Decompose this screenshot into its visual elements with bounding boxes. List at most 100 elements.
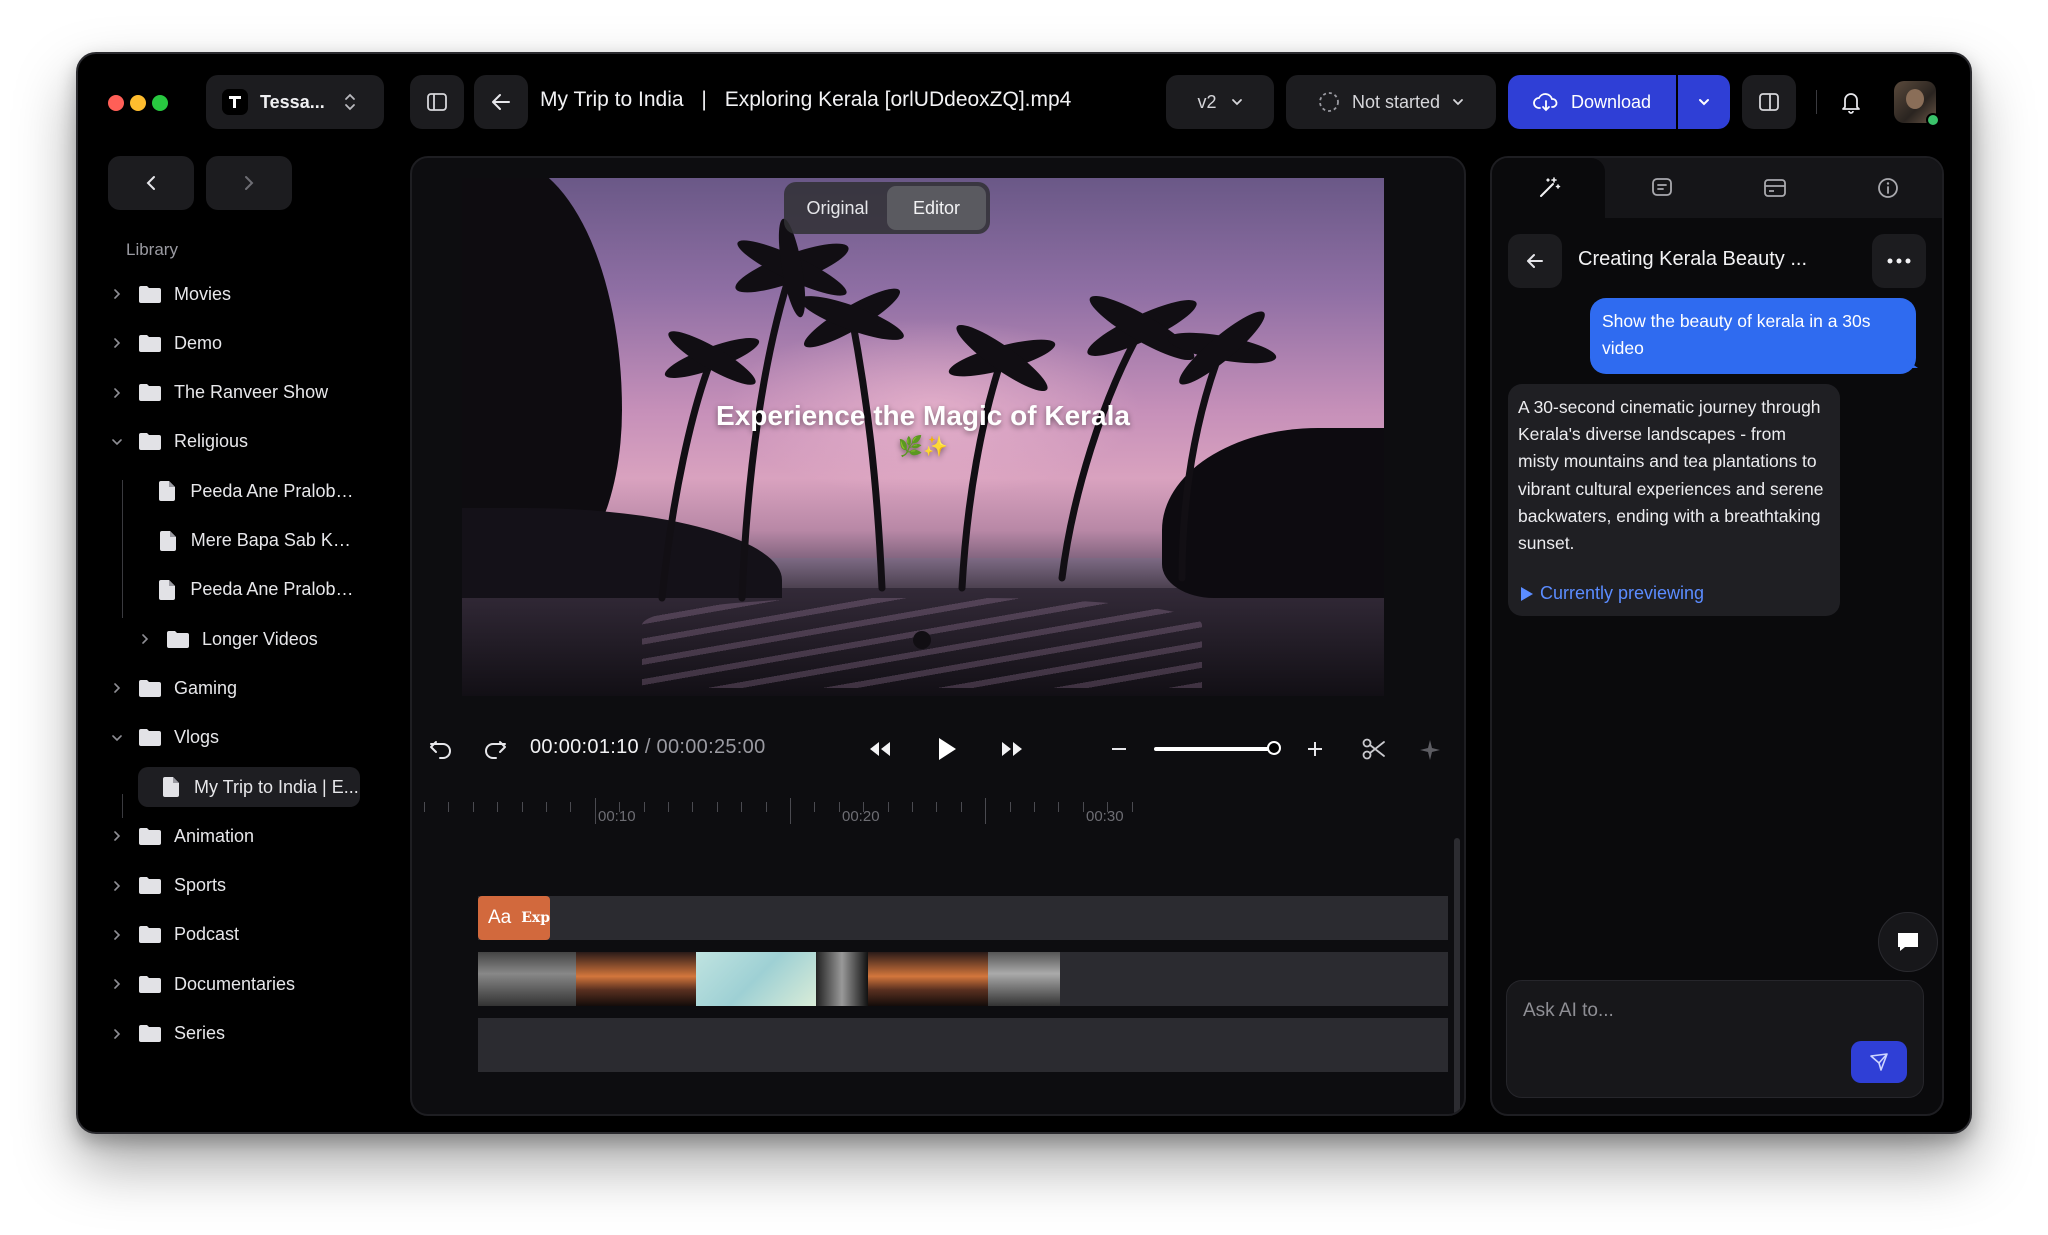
tree-connector-line bbox=[122, 794, 123, 818]
status-dropdown[interactable]: Not started bbox=[1286, 75, 1496, 129]
tab-info[interactable] bbox=[1831, 158, 1942, 218]
tree-item-label: Sports bbox=[174, 875, 227, 896]
send-button[interactable] bbox=[1851, 1041, 1907, 1083]
folder-icon bbox=[138, 1024, 162, 1043]
ruler-tick bbox=[521, 802, 523, 812]
chevron-right-icon[interactable] bbox=[108, 979, 126, 989]
chevron-right-icon[interactable] bbox=[108, 930, 126, 940]
chevron-right-icon[interactable] bbox=[108, 387, 126, 398]
currently-previewing-link[interactable]: Currently previewing bbox=[1520, 580, 1704, 607]
ai-prompt-box[interactable] bbox=[1506, 980, 1924, 1098]
chat-more-button[interactable] bbox=[1872, 234, 1926, 288]
zoom-slider-handle[interactable] bbox=[1266, 741, 1281, 755]
chat-back-button[interactable] bbox=[1508, 234, 1562, 288]
library-folder[interactable]: Demo bbox=[108, 323, 358, 363]
library-folder[interactable]: The Ranveer Show bbox=[108, 373, 358, 413]
chevron-down-icon[interactable] bbox=[108, 734, 126, 742]
play-icon[interactable] bbox=[936, 736, 958, 762]
maximize-window-button[interactable] bbox=[152, 95, 168, 111]
tree-item-label: Movies bbox=[174, 283, 232, 304]
minimize-window-button[interactable] bbox=[130, 95, 146, 111]
toggle-panel-button[interactable] bbox=[1742, 75, 1796, 129]
zoom-in-icon[interactable] bbox=[1308, 742, 1322, 756]
rewind-icon[interactable] bbox=[868, 740, 892, 758]
video-clip[interactable] bbox=[816, 952, 868, 1006]
library-folder[interactable]: Gaming bbox=[108, 668, 358, 708]
library-folder[interactable]: Longer Videos bbox=[136, 619, 358, 659]
timeline-ruler[interactable]: 00:10 00:20 00:30 bbox=[424, 798, 1464, 838]
version-label: v2 bbox=[1197, 91, 1217, 112]
download-options-button[interactable] bbox=[1678, 75, 1730, 129]
library-file[interactable]: My Trip to India | E... bbox=[138, 767, 360, 807]
tree-connector-line bbox=[122, 480, 123, 618]
zoom-out-icon[interactable] bbox=[1112, 748, 1126, 750]
library-folder[interactable]: Animation bbox=[108, 816, 358, 856]
avatar[interactable] bbox=[1894, 81, 1940, 127]
undo-icon[interactable] bbox=[428, 738, 454, 760]
ai-prompt-input[interactable] bbox=[1523, 995, 1883, 1027]
library-folder[interactable]: Religious bbox=[108, 422, 358, 462]
chevron-right-icon[interactable] bbox=[108, 1028, 126, 1039]
back-button[interactable] bbox=[474, 75, 528, 129]
toggle-editor[interactable]: Editor bbox=[887, 186, 986, 230]
video-preview[interactable]: Original Editor Experience the Magic of … bbox=[462, 178, 1384, 696]
version-dropdown[interactable]: v2 bbox=[1166, 75, 1274, 129]
text-track[interactable]: Aa Exp bbox=[478, 896, 1448, 940]
video-clip[interactable] bbox=[696, 952, 816, 1006]
tree-item-label: Religious bbox=[174, 431, 249, 452]
close-window-button[interactable] bbox=[108, 95, 124, 111]
ruler-tick bbox=[1034, 802, 1035, 812]
chevron-right-icon[interactable] bbox=[108, 338, 126, 349]
toggle-sidebar-button[interactable] bbox=[410, 75, 464, 129]
chat-bubble-button[interactable] bbox=[1878, 912, 1938, 972]
text-clip[interactable]: Aa Exp bbox=[478, 896, 550, 940]
nav-back-button[interactable] bbox=[108, 156, 194, 210]
video-clip[interactable] bbox=[988, 952, 1060, 1006]
download-button[interactable]: Download bbox=[1508, 75, 1676, 129]
tree-item-label: Podcast bbox=[174, 924, 240, 945]
audio-track[interactable] bbox=[478, 1018, 1448, 1072]
video-clip[interactable] bbox=[868, 952, 988, 1006]
library-file[interactable]: Peeda Ane Pralobha... bbox=[136, 471, 358, 511]
ruler-label: 00:30 bbox=[1086, 808, 1124, 825]
view-toggle[interactable]: Original Editor bbox=[784, 182, 990, 234]
ruler-tick bbox=[424, 802, 425, 812]
timeline-scrollbar[interactable] bbox=[1454, 838, 1460, 1114]
chevron-right-icon[interactable] bbox=[108, 289, 126, 299]
notifications-bell-icon[interactable] bbox=[1840, 90, 1862, 114]
tab-cards[interactable] bbox=[1718, 158, 1831, 218]
zoom-slider[interactable] bbox=[1154, 741, 1281, 755]
library-folder[interactable]: Series bbox=[108, 1014, 358, 1054]
chevron-right-icon[interactable] bbox=[108, 683, 126, 694]
library-folder[interactable]: Documentaries bbox=[108, 964, 358, 1004]
library-file[interactable]: Mere Bapa Sab Kuc... bbox=[136, 521, 358, 561]
fast-forward-icon[interactable] bbox=[1000, 740, 1024, 758]
library-file[interactable]: Peeda Ane Pralobha... bbox=[136, 570, 358, 610]
ai-sparkle-icon[interactable] bbox=[1418, 738, 1442, 762]
library-folder[interactable]: Movies bbox=[108, 274, 358, 314]
tab-notes[interactable] bbox=[1605, 158, 1718, 218]
scissors-icon[interactable] bbox=[1362, 738, 1386, 760]
ruler-tick bbox=[472, 802, 474, 812]
chevron-right-icon[interactable] bbox=[108, 880, 126, 891]
toggle-original[interactable]: Original bbox=[788, 186, 887, 230]
tab-ai-magic[interactable] bbox=[1492, 158, 1605, 218]
ai-message-text: A 30-second cinematic journey through Ke… bbox=[1518, 397, 1824, 554]
library-folder[interactable]: Podcast bbox=[108, 915, 358, 955]
video-track[interactable] bbox=[478, 952, 1448, 1006]
video-clip[interactable] bbox=[576, 952, 696, 1006]
chevron-down-icon[interactable] bbox=[108, 438, 126, 446]
chevron-right-icon[interactable] bbox=[136, 634, 154, 644]
library-folder[interactable]: Vlogs bbox=[108, 718, 358, 758]
redo-icon[interactable] bbox=[482, 738, 508, 760]
chevron-right-icon[interactable] bbox=[108, 831, 126, 842]
workspace-selector[interactable]: Tessa... bbox=[206, 75, 384, 129]
tree-item-label: The Ranveer Show bbox=[174, 382, 329, 403]
folder-icon bbox=[138, 975, 162, 994]
chevron-updown-icon bbox=[343, 92, 357, 112]
library-folder[interactable]: Sports bbox=[108, 866, 358, 906]
nav-forward-button[interactable] bbox=[206, 156, 292, 210]
workspace-logo-icon bbox=[222, 89, 248, 115]
more-horizontal-icon bbox=[1887, 258, 1911, 264]
video-clip[interactable] bbox=[478, 952, 576, 1006]
